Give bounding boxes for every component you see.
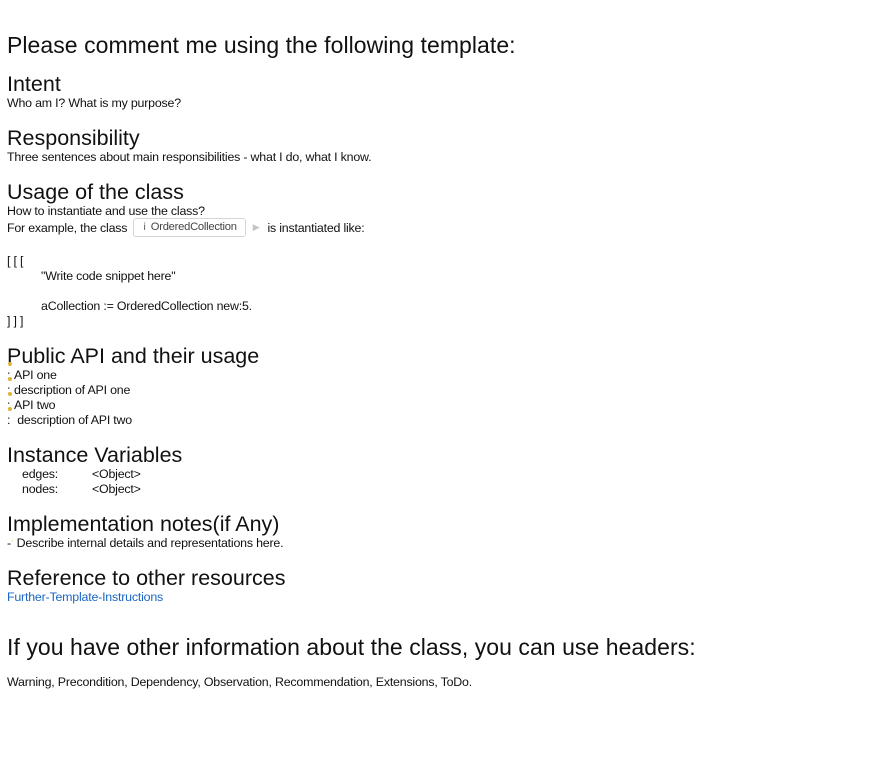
marker-dot-icon (8, 392, 12, 396)
page-title: Please comment me using the following te… (7, 32, 516, 58)
usage-line-1: How to instantiate and use the class? (7, 204, 205, 218)
code-block-close: ] ] ] (7, 314, 24, 328)
instance-variable-row: nodes: <Object> (22, 482, 141, 497)
instance-variable-row: edges: <Object> (22, 467, 141, 482)
variable-name: edges: (22, 467, 59, 481)
instance-variables-heading: Instance Variables (7, 443, 183, 467)
api-item: : description of API one (7, 377, 130, 398)
api-marker: : (7, 407, 13, 428)
implementation-text: -· Describe internal details and represe… (7, 536, 284, 550)
class-reference-label: OrderedCollection (150, 221, 237, 233)
variable-name: nodes: (22, 482, 59, 496)
api-item: ; API two (7, 392, 55, 413)
code-comment: "Write code snippet here" (41, 269, 176, 283)
other-info-text: Warning, Precondition, Dependency, Obser… (7, 675, 472, 689)
further-template-instructions-link[interactable]: Further-Template-Instructions (7, 590, 163, 604)
usage-heading: Usage of the class (7, 180, 184, 204)
code-block-open: [ [ [ (7, 254, 24, 268)
implementation-heading: Implementation notes(if Any) (7, 512, 280, 536)
marker-dot-icon (8, 377, 12, 381)
play-icon[interactable]: ▶ (253, 222, 260, 232)
reference-row: Further-Template-Instructions (7, 590, 163, 605)
marker-dot-icon (8, 362, 12, 366)
variable-type: <Object> (92, 467, 141, 481)
class-reference-chip[interactable]: ⅰ OrderedCollection (133, 218, 246, 237)
responsibility-text: Three sentences about main responsibilit… (7, 150, 372, 164)
usage-line-2-suffix: is instantiated like: (267, 220, 365, 235)
marker-dot-icon (8, 407, 12, 411)
marker-dot-icon: · (10, 536, 14, 545)
reference-heading: Reference to other resources (7, 566, 286, 590)
api-item: ; API one (7, 362, 57, 383)
other-info-heading: If you have other information about the … (7, 634, 696, 660)
usage-line-2-prefix: For example, the class (7, 220, 128, 235)
api-item: : description of API two (7, 407, 132, 428)
variable-type: <Object> (92, 482, 141, 496)
code-snippet: aCollection := OrderedCollection new:5. (41, 299, 252, 313)
intent-text: Who am I? What is my purpose? (7, 96, 181, 110)
usage-line-2: For example, the class ⅰ OrderedCollection… (7, 218, 365, 238)
class-icon: ⅰ (143, 222, 146, 233)
responsibility-heading: Responsibility (7, 126, 140, 150)
intent-heading: Intent (7, 72, 61, 96)
public-api-heading: Public API and their usage (7, 344, 260, 368)
